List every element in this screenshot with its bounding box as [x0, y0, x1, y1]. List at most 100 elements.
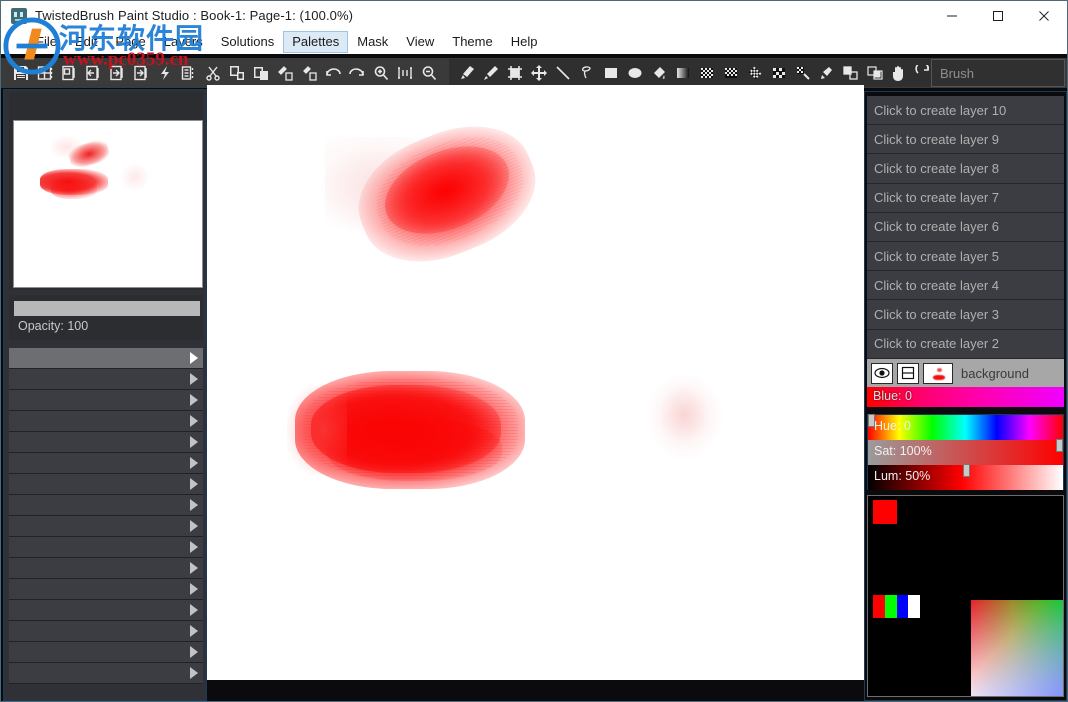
page-list-icon[interactable]	[177, 62, 201, 84]
rollup-bar[interactable]	[9, 558, 203, 579]
layer-row[interactable]: Click to create layer 3	[867, 300, 1064, 329]
rollup-bar[interactable]	[9, 516, 203, 537]
luminance-knob[interactable]	[963, 464, 970, 477]
menu-item-help[interactable]: Help	[502, 31, 547, 53]
paste-new-icon[interactable]	[297, 62, 321, 84]
save-icon[interactable]	[9, 62, 33, 84]
rollup-bar[interactable]	[9, 432, 203, 453]
layer-row[interactable]: Click to create layer 5	[867, 242, 1064, 271]
grid-tool-icon[interactable]	[863, 62, 887, 84]
brush-name-field[interactable]: Brush	[931, 59, 1065, 87]
menu-item-solutions[interactable]: Solutions	[212, 31, 283, 53]
rollup-bar[interactable]	[9, 579, 203, 600]
layer-row[interactable]: Click to create layer 10	[867, 96, 1064, 125]
menu-bar: File Edit Page Layers Solutions Palettes…	[1, 30, 1067, 54]
rectangle-icon[interactable]	[599, 62, 623, 84]
rollup-bar[interactable]	[9, 348, 203, 369]
menu-item-edit[interactable]: Edit	[66, 31, 106, 53]
lasso-icon[interactable]	[575, 62, 599, 84]
luminance-slider[interactable]: Lum: 50%	[868, 465, 1063, 490]
rollup-bar[interactable]	[9, 495, 203, 516]
pattern3-icon[interactable]	[743, 62, 767, 84]
pattern4-icon[interactable]	[767, 62, 791, 84]
hue-slider[interactable]: Hue: 0	[868, 415, 1063, 440]
rollup-bar[interactable]	[9, 642, 203, 663]
redo-icon[interactable]	[345, 62, 369, 84]
brush-icon[interactable]	[455, 62, 479, 84]
layer-tool-icon[interactable]	[839, 62, 863, 84]
rollup-bar[interactable]	[9, 369, 203, 390]
paste-icon[interactable]	[249, 62, 273, 84]
rollup-bar[interactable]	[9, 474, 203, 495]
page-preview-thumbnail[interactable]	[13, 120, 203, 288]
layer-row[interactable]: Click to create layer 4	[867, 271, 1064, 300]
rollup-bar[interactable]	[9, 663, 203, 684]
saturation-knob[interactable]	[1056, 439, 1063, 452]
close-icon[interactable]	[1021, 1, 1067, 30]
copy-icon[interactable]	[225, 62, 249, 84]
layer-row[interactable]: Click to create layer 9	[867, 125, 1064, 154]
pattern2-icon[interactable]	[719, 62, 743, 84]
layer-row[interactable]: Click to create layer 2	[867, 330, 1064, 359]
swatch-white[interactable]	[908, 595, 920, 618]
menu-item-palettes[interactable]: Palettes	[283, 31, 348, 53]
crop-icon[interactable]	[503, 62, 527, 84]
rollup-bar[interactable]	[9, 621, 203, 642]
gradient-icon[interactable]	[671, 62, 695, 84]
menu-item-page[interactable]: Page	[106, 31, 154, 53]
opacity-slider[interactable]	[14, 301, 200, 316]
cut-icon[interactable]	[201, 62, 225, 84]
merge-icon[interactable]	[897, 363, 919, 384]
swatch-blue[interactable]	[897, 595, 909, 618]
layer-row[interactable]: Click to create layer 8	[867, 154, 1064, 183]
ellipse-icon[interactable]	[623, 62, 647, 84]
paint-canvas[interactable]	[207, 89, 864, 680]
menu-item-mask[interactable]: Mask	[348, 31, 397, 53]
saturation-slider[interactable]: Sat: 100%	[868, 440, 1063, 465]
palette-swatches	[873, 595, 920, 618]
blue-slider[interactable]: Blue: 0	[867, 387, 1064, 407]
zoom-actual-icon[interactable]	[393, 62, 417, 84]
hand-icon[interactable]	[887, 62, 911, 84]
layer-row[interactable]: Click to create layer 6	[867, 213, 1064, 242]
add-page-icon[interactable]	[129, 62, 153, 84]
book-icon[interactable]	[33, 62, 57, 84]
layer-row-background[interactable]: background	[867, 359, 1064, 388]
menu-item-theme[interactable]: Theme	[443, 31, 501, 53]
rollup-bar[interactable]	[9, 600, 203, 621]
current-color-swatch[interactable]	[873, 500, 897, 524]
new-page-icon[interactable]	[57, 62, 81, 84]
rollup-bar[interactable]	[9, 411, 203, 432]
zoom-in-icon[interactable]	[369, 62, 393, 84]
rollup-bar[interactable]	[9, 537, 203, 558]
eye-icon[interactable]	[871, 363, 893, 384]
copy-merged-icon[interactable]	[273, 62, 297, 84]
layer-label: Click to create layer 8	[874, 161, 999, 176]
rollup-bar[interactable]	[9, 390, 203, 411]
move-icon[interactable]	[527, 62, 551, 84]
line-icon[interactable]	[551, 62, 575, 84]
luminance-label: Lum: 50%	[874, 469, 930, 483]
checker-pattern-icon[interactable]	[695, 62, 719, 84]
swatch-green[interactable]	[885, 595, 897, 618]
layer-thumbnail[interactable]	[923, 363, 953, 384]
color-picker-panel[interactable]	[867, 495, 1064, 697]
undo-icon[interactable]	[321, 62, 345, 84]
rollup-bar[interactable]	[9, 453, 203, 474]
menu-item-view[interactable]: View	[397, 31, 443, 53]
stamp-icon[interactable]	[815, 62, 839, 84]
layer-row[interactable]: Click to create layer 7	[867, 184, 1064, 213]
eyedropper-icon[interactable]	[479, 62, 503, 84]
prev-page-icon[interactable]	[81, 62, 105, 84]
menu-item-layers[interactable]: Layers	[155, 31, 212, 53]
zoom-out-icon[interactable]	[417, 62, 441, 84]
sparkle-icon[interactable]	[791, 62, 815, 84]
menu-item-file[interactable]: File	[27, 31, 66, 53]
swatch-red[interactable]	[873, 595, 885, 618]
next-page-icon[interactable]	[105, 62, 129, 84]
color-gradient-field[interactable]	[971, 600, 1063, 696]
maximize-icon[interactable]	[975, 1, 1021, 30]
fill-icon[interactable]	[647, 62, 671, 84]
minimize-icon[interactable]	[929, 1, 975, 30]
flash-icon[interactable]	[153, 62, 177, 84]
